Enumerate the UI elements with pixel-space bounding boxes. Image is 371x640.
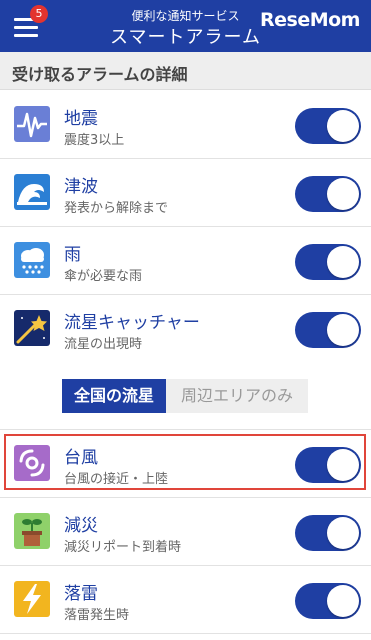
toggle-knob xyxy=(327,178,359,210)
toggle-knob xyxy=(327,517,359,549)
alarm-title: 流星キャッチャー xyxy=(64,313,200,333)
meteor-toggle[interactable] xyxy=(295,312,361,348)
section-title: 受け取るアラームの詳細 xyxy=(12,65,188,84)
alarm-title: 津波 xyxy=(64,177,98,197)
watermark-logo: ReseMom xyxy=(260,9,360,31)
scope-option-nearby[interactable]: 周辺エリアのみ xyxy=(166,379,308,413)
alarm-title: 減災 xyxy=(64,516,98,536)
wave-icon xyxy=(14,174,50,210)
toggle-knob xyxy=(327,449,359,481)
typhoon-icon xyxy=(14,445,50,481)
typhoon-toggle[interactable] xyxy=(295,447,361,483)
toggle-knob xyxy=(327,246,359,278)
lightning-toggle[interactable] xyxy=(295,583,361,619)
lightning-icon xyxy=(14,581,50,617)
disaster-reduction-toggle[interactable] xyxy=(295,515,361,551)
tsunami-toggle[interactable] xyxy=(295,176,361,212)
rain-cloud-icon xyxy=(14,242,50,278)
alarm-description: 傘が必要な雨 xyxy=(64,269,143,284)
alarm-description: 震度3以上 xyxy=(64,133,125,148)
alarm-title: 地震 xyxy=(64,109,98,129)
alarm-title: 雨 xyxy=(64,245,81,265)
seismograph-icon xyxy=(14,106,50,142)
earthquake-toggle[interactable] xyxy=(295,108,361,144)
rain-toggle[interactable] xyxy=(295,244,361,280)
alarm-row-meteor: 流星キャッチャー 流星の出現時 xyxy=(0,295,371,363)
alarm-row-typhoon: 台風 台風の接近・上陸 xyxy=(0,430,371,498)
toggle-knob xyxy=(327,110,359,142)
alarm-description: 減災リポート到着時 xyxy=(64,540,182,555)
shooting-star-icon xyxy=(14,310,50,346)
alarm-description: 台風の接近・上陸 xyxy=(64,472,169,487)
alarm-description: 落雷発生時 xyxy=(64,608,130,623)
toggle-knob xyxy=(327,585,359,617)
app-header: 5 便利な通知サービス スマートアラーム ReseMom xyxy=(0,0,371,52)
alarm-description: 発表から解除まで xyxy=(64,201,169,216)
alarm-row-tsunami: 津波 発表から解除まで xyxy=(0,159,371,227)
alarm-title: 台風 xyxy=(64,448,98,468)
toggle-knob xyxy=(327,314,359,346)
alarm-row-disaster-reduction: 減災 減災リポート到着時 xyxy=(0,498,371,566)
alarm-title: 落雷 xyxy=(64,584,98,604)
alarm-row-lightning: 落雷 落雷発生時 xyxy=(0,566,371,634)
alarm-row-earthquake: 地震 震度3以上 xyxy=(0,91,371,159)
alarm-description: 流星の出現時 xyxy=(64,337,143,352)
section-header: 受け取るアラームの詳細 xyxy=(0,52,371,90)
alarm-row-rain: 雨 傘が必要な雨 xyxy=(0,227,371,295)
seedling-icon xyxy=(14,513,50,549)
scope-option-nationwide[interactable]: 全国の流星 xyxy=(62,379,166,413)
meteor-scope-control: 全国の流星 周辺エリアのみ xyxy=(0,362,371,430)
